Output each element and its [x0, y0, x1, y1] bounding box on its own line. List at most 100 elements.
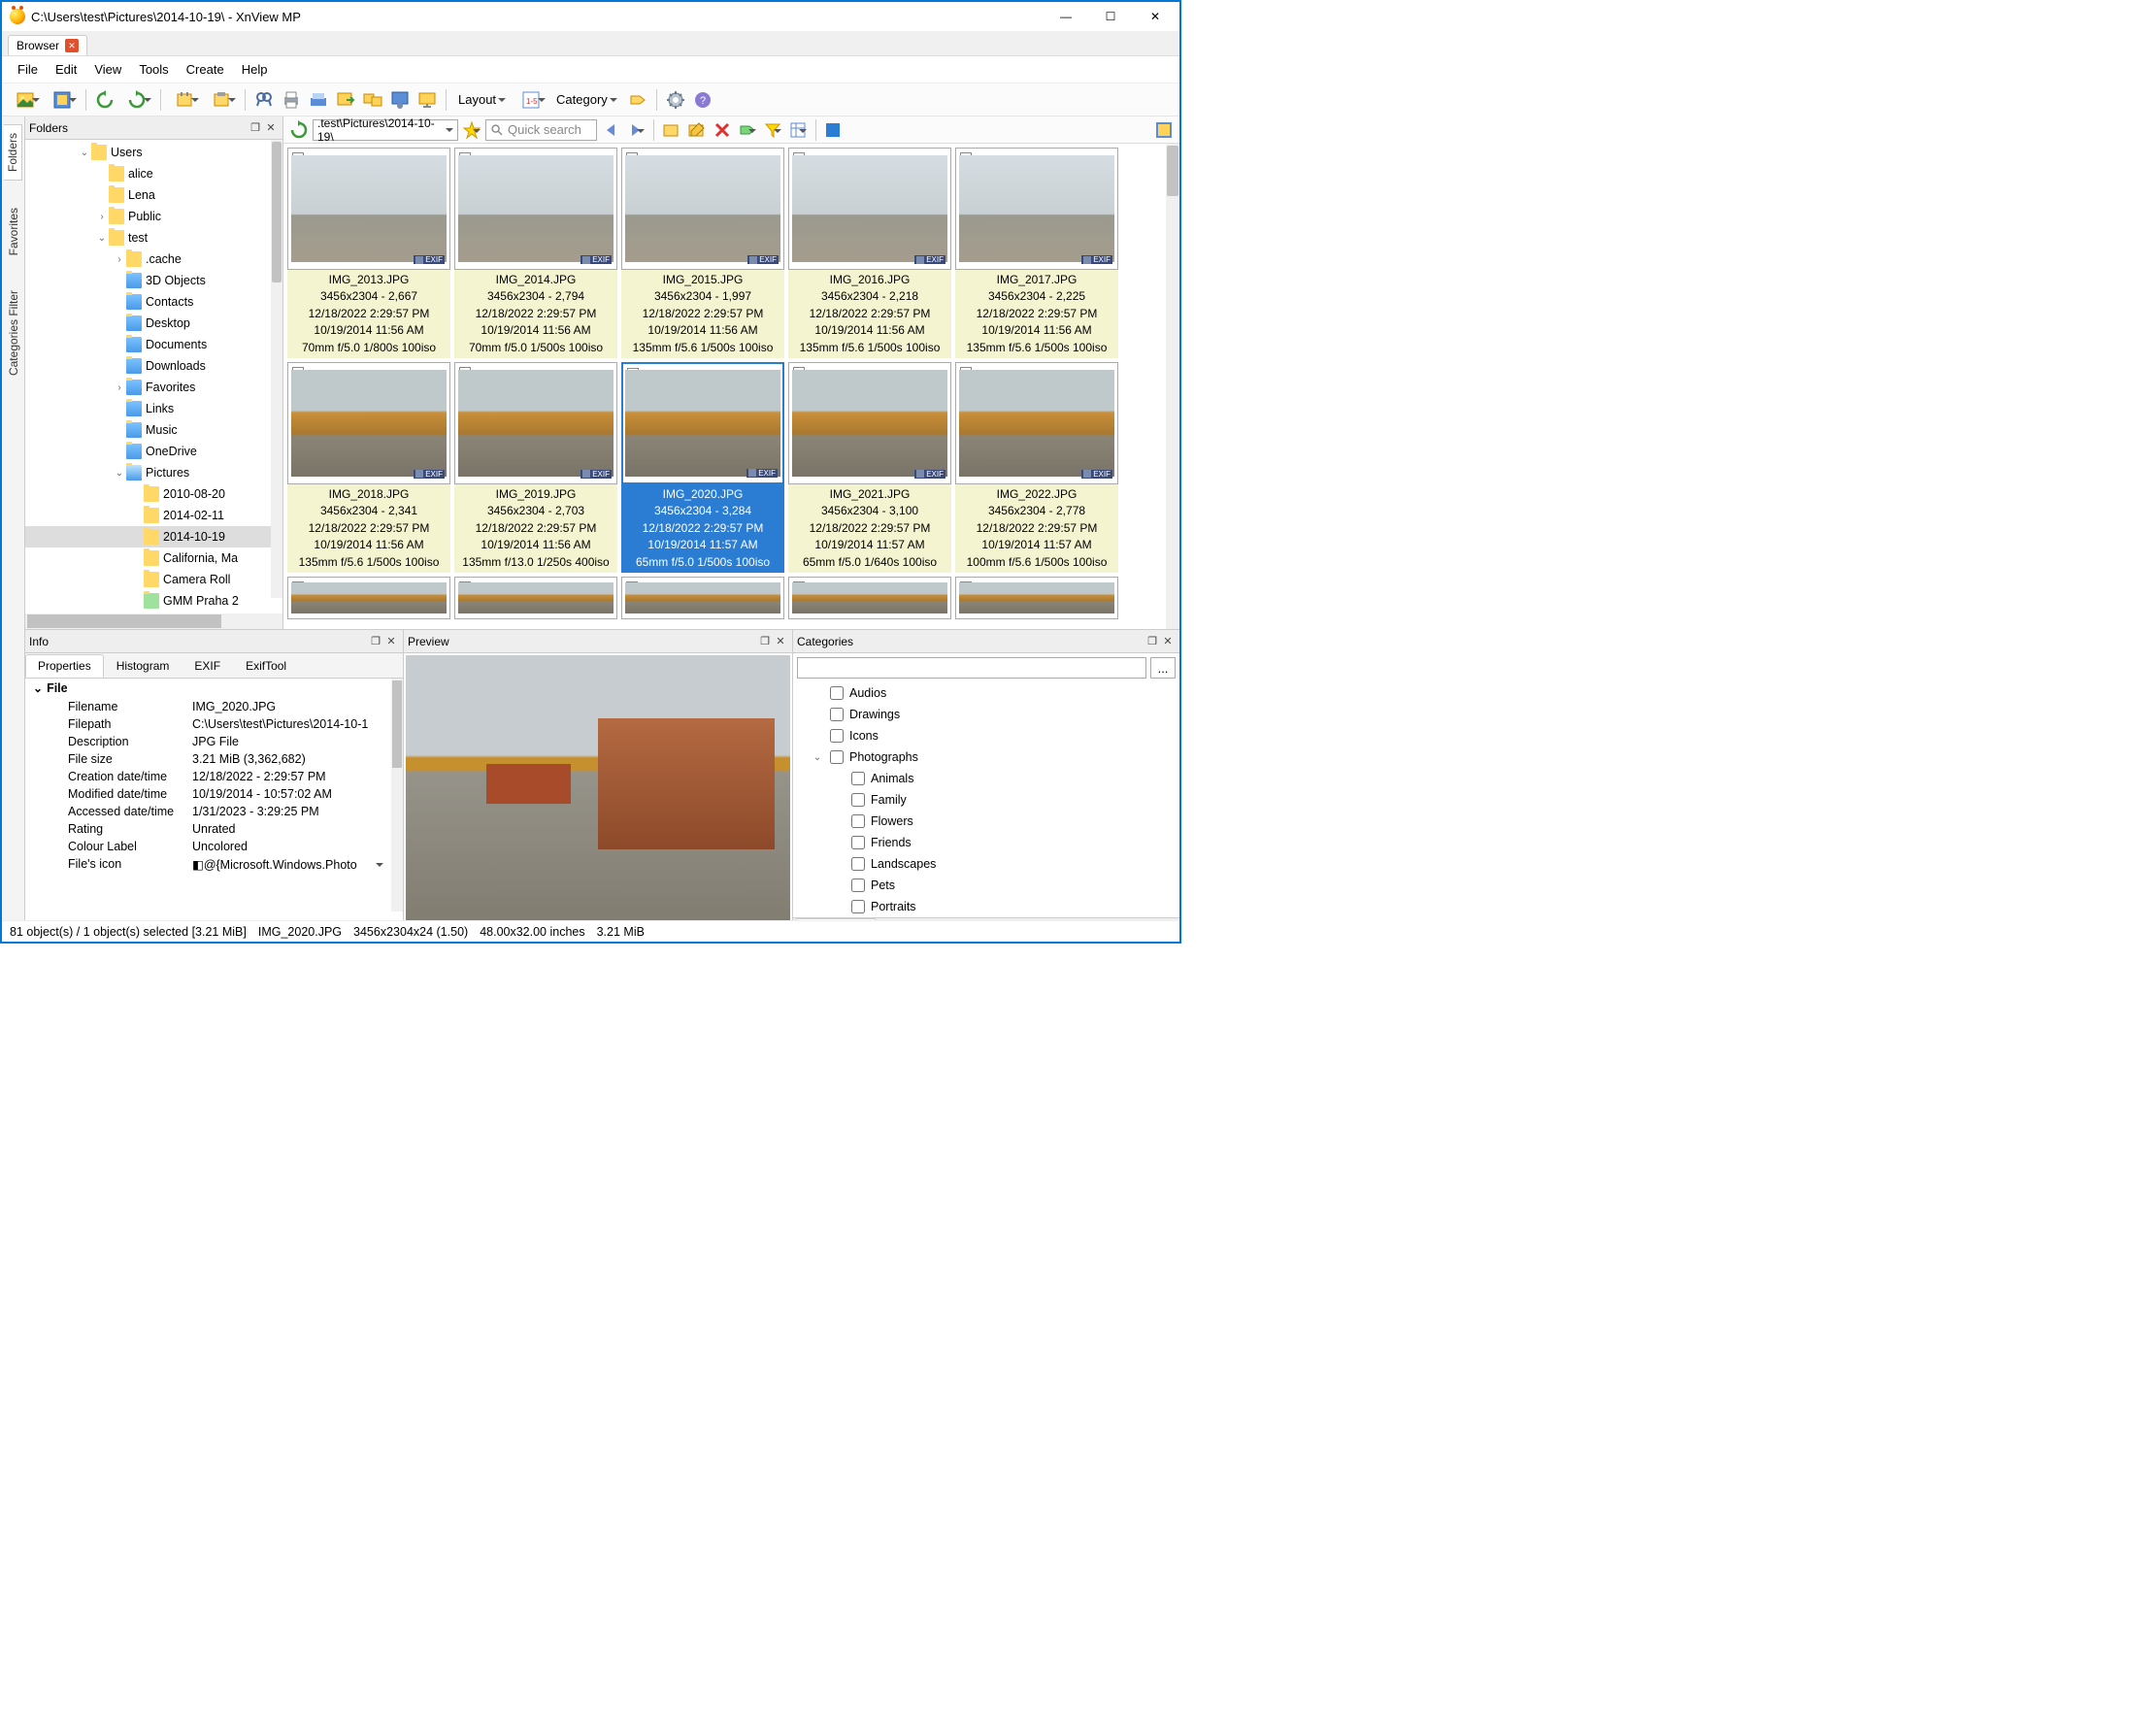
- info-tab-properties[interactable]: Properties: [25, 654, 104, 678]
- nav-fwd-icon[interactable]: [624, 118, 647, 142]
- maximize-button[interactable]: ☐: [1088, 2, 1133, 31]
- sidetab-favorites[interactable]: Favorites: [5, 200, 22, 263]
- delete-icon[interactable]: [711, 118, 734, 142]
- thumbnail-card[interactable]: EXIFIMG_2019.JPG3456x2304 - 2,70312/18/2…: [454, 362, 617, 573]
- thumbnail-card[interactable]: EXIFIMG_2020.JPG3456x2304 - 3,28412/18/2…: [621, 362, 784, 573]
- tree-twisty-icon[interactable]: ›: [95, 212, 109, 222]
- settings-icon[interactable]: [663, 87, 688, 113]
- menu-file[interactable]: File: [10, 60, 46, 79]
- path-input[interactable]: .test\Pictures\2014-10-19\: [313, 119, 458, 141]
- search-icon[interactable]: [251, 87, 277, 113]
- category-checkbox[interactable]: [851, 857, 865, 871]
- tree-item[interactable]: Documents: [25, 334, 282, 355]
- tree-item[interactable]: ›Favorites: [25, 377, 282, 398]
- category-item[interactable]: Drawings: [793, 704, 1179, 725]
- color-label-icon[interactable]: [826, 123, 840, 137]
- category-checkbox[interactable]: [851, 900, 865, 913]
- category-item[interactable]: Animals: [793, 768, 1179, 789]
- categories-float-icon[interactable]: ❐: [1144, 634, 1160, 649]
- info-float-icon[interactable]: ❐: [368, 634, 383, 649]
- tree-item[interactable]: Contacts: [25, 291, 282, 313]
- thumbnail-card[interactable]: EXIFIMG_2013.JPG3456x2304 - 2,66712/18/2…: [287, 148, 450, 358]
- property-row[interactable]: Modified date/time10/19/2014 - 10:57:02 …: [25, 785, 403, 803]
- tree-item[interactable]: ›.cache: [25, 249, 282, 270]
- category-item[interactable]: Portraits: [793, 896, 1179, 917]
- minimize-button[interactable]: —: [1044, 2, 1088, 31]
- category-item[interactable]: Icons: [793, 725, 1179, 746]
- category-item[interactable]: ⌄Photographs: [793, 746, 1179, 768]
- layout-dropdown[interactable]: Layout: [452, 92, 512, 107]
- star-icon[interactable]: [460, 118, 483, 142]
- tree-item[interactable]: OneDrive: [25, 441, 282, 462]
- refresh-back-icon[interactable]: [92, 87, 117, 113]
- tree-twisty-icon[interactable]: ›: [113, 254, 126, 265]
- paste-icon[interactable]: [204, 87, 239, 113]
- tree-scrollbar[interactable]: [271, 140, 282, 598]
- tree-item[interactable]: ⌄Pictures: [25, 462, 282, 483]
- thumbnail-card[interactable]: EXIFIMG_2018.JPG3456x2304 - 2,34112/18/2…: [287, 362, 450, 573]
- tag2-icon[interactable]: [736, 118, 759, 142]
- property-row[interactable]: Colour LabelUncolored: [25, 838, 403, 855]
- folders-float-icon[interactable]: ❐: [248, 120, 263, 136]
- info-close-icon[interactable]: ✕: [383, 634, 399, 649]
- thumbnail-card[interactable]: [287, 577, 450, 619]
- thumbnail-card[interactable]: EXIFIMG_2017.JPG3456x2304 - 2,22512/18/2…: [955, 148, 1118, 358]
- tree-item[interactable]: 2014-02-11: [25, 505, 282, 526]
- new-folder-icon[interactable]: [660, 118, 683, 142]
- thumbnail-card[interactable]: [788, 577, 951, 619]
- cat-twisty-icon[interactable]: ⌄: [811, 752, 824, 763]
- categories-close-icon[interactable]: ✕: [1160, 634, 1176, 649]
- folders-close-icon[interactable]: ✕: [263, 120, 279, 136]
- thumb-scrollbar[interactable]: [1166, 144, 1179, 629]
- props-scrollbar[interactable]: [391, 679, 403, 912]
- convert-icon[interactable]: [360, 87, 385, 113]
- tree-item[interactable]: Music: [25, 419, 282, 441]
- tree-hscroll[interactable]: [25, 613, 282, 629]
- close-tab-icon[interactable]: ✕: [65, 39, 79, 52]
- category-dropdown[interactable]: Category: [550, 92, 623, 107]
- thumb-size-icon[interactable]: 1-5: [514, 87, 548, 113]
- thumbnail-card[interactable]: [621, 577, 784, 619]
- category-checkbox[interactable]: [830, 708, 844, 721]
- folder-tree[interactable]: ⌄UsersaliceLena›Public⌄test›.cache3D Obj…: [25, 140, 282, 613]
- info-tab-exiftool[interactable]: ExifTool: [233, 654, 299, 678]
- tree-item[interactable]: Lena: [25, 184, 282, 206]
- property-row[interactable]: Accessed date/time1/31/2023 - 3:29:25 PM: [25, 803, 403, 820]
- tree-item[interactable]: 2010-08-20: [25, 483, 282, 505]
- sort-icon[interactable]: [786, 118, 810, 142]
- tree-item[interactable]: California, Ma: [25, 547, 282, 569]
- menu-create[interactable]: Create: [179, 60, 232, 79]
- filter-icon[interactable]: [761, 118, 784, 142]
- tree-item[interactable]: 3D Objects: [25, 270, 282, 291]
- tree-item[interactable]: ⌄test: [25, 227, 282, 249]
- category-item[interactable]: Pets: [793, 875, 1179, 896]
- property-row[interactable]: File's icon◧ @{Microsoft.Windows.Photo: [25, 855, 403, 874]
- nav-reload-icon[interactable]: [287, 118, 311, 142]
- nav-back-icon[interactable]: [599, 118, 622, 142]
- fullscreen-icon[interactable]: [45, 87, 80, 113]
- property-row[interactable]: DescriptionJPG File: [25, 733, 403, 750]
- menu-edit[interactable]: Edit: [48, 60, 84, 79]
- preview-image[interactable]: [406, 655, 790, 920]
- category-checkbox[interactable]: [830, 750, 844, 764]
- thumbnail-card[interactable]: EXIFIMG_2016.JPG3456x2304 - 2,21812/18/2…: [788, 148, 951, 358]
- tree-item[interactable]: Desktop: [25, 313, 282, 334]
- property-row[interactable]: FilenameIMG_2020.JPG: [25, 698, 403, 715]
- preview-close-icon[interactable]: ✕: [773, 634, 788, 649]
- tree-item[interactable]: Downloads: [25, 355, 282, 377]
- menu-view[interactable]: View: [86, 60, 129, 79]
- category-search-input[interactable]: [797, 657, 1146, 679]
- tree-item[interactable]: 2014-10-19: [25, 526, 282, 547]
- property-row[interactable]: File size3.21 MiB (3,362,682): [25, 750, 403, 768]
- category-item[interactable]: Family: [793, 789, 1179, 811]
- category-checkbox[interactable]: [851, 836, 865, 849]
- category-checkbox[interactable]: [851, 879, 865, 892]
- view-mode-icon[interactable]: [1152, 118, 1176, 142]
- tree-item[interactable]: ⌄Users: [25, 142, 282, 163]
- category-more-button[interactable]: ...: [1150, 657, 1176, 679]
- tree-item[interactable]: Camera Roll: [25, 569, 282, 590]
- tree-item[interactable]: Links: [25, 398, 282, 419]
- category-checkbox[interactable]: [830, 729, 844, 743]
- browser-tab[interactable]: Browser ✕: [8, 35, 87, 55]
- category-checkbox[interactable]: [830, 686, 844, 700]
